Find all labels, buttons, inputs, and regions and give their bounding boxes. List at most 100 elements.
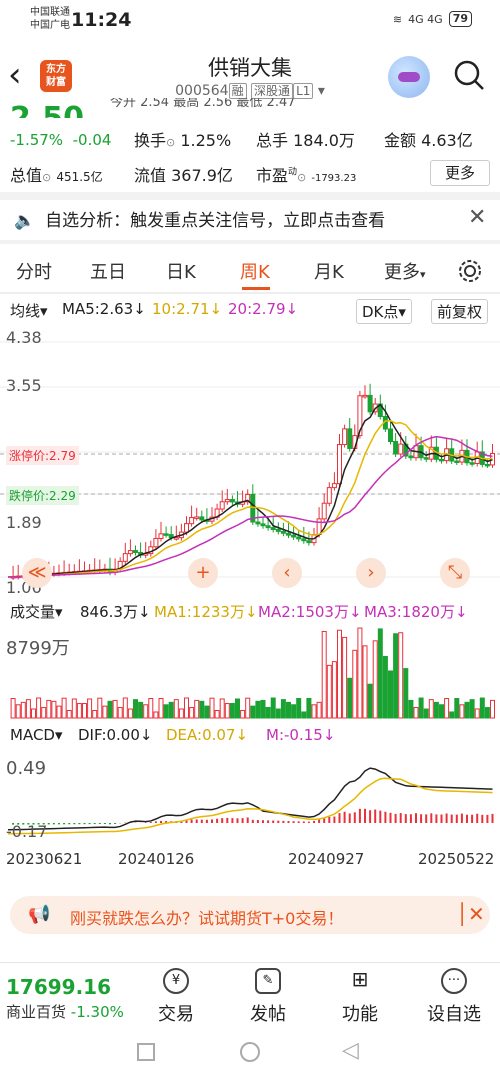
dif-line (7, 767, 493, 831)
status-icons: ≋ 4G 4G 79 (393, 11, 472, 27)
tab-daily[interactable]: 日K (166, 258, 196, 284)
close-icon[interactable]: │✕ (456, 902, 485, 926)
volume-bar (127, 708, 133, 719)
divider (0, 292, 500, 294)
tab-monthly[interactable]: 月K (314, 258, 344, 284)
adjust-button[interactable]: 前复权 (431, 299, 489, 324)
amount: 金额 4.63亿 (384, 131, 473, 150)
macd-y-label: -0.17 (6, 822, 48, 841)
volume-bar (82, 703, 87, 719)
volume-bar (408, 699, 414, 719)
ma-selector[interactable]: 均线▾ (10, 300, 48, 321)
tab-five-day[interactable]: 五日 (90, 258, 126, 284)
candle-body (469, 462, 475, 465)
candle-body (280, 530, 286, 534)
volume-value: 846.3万↓ (80, 603, 151, 621)
volume-selector[interactable]: 成交量▾ (10, 601, 63, 622)
volume-bar (158, 698, 164, 719)
volume-bar (260, 699, 266, 719)
candle-body (229, 499, 235, 503)
home-button[interactable] (240, 1042, 260, 1062)
scroll-right-icon[interactable]: › (356, 558, 386, 588)
candle-body (260, 523, 266, 527)
index-value[interactable]: 17699.16 (6, 975, 111, 999)
nav-trade[interactable]: ¥ 交易 (136, 968, 216, 1026)
nav-add-watch[interactable]: ··· 设自选 (414, 968, 494, 1026)
candle-body (301, 538, 307, 542)
nav-post[interactable]: ✎ 发帖 (228, 968, 308, 1026)
scroll-left-icon[interactable]: ‹ (272, 558, 302, 588)
volume-bar (469, 699, 475, 719)
tab-weekly[interactable]: 周K (240, 258, 270, 284)
volume-bar (229, 703, 235, 719)
ma10-value: 10:2.71↓ (152, 300, 223, 318)
volume-bar (245, 697, 251, 719)
candle-body (153, 537, 159, 548)
promo-banner[interactable]: 📢 刚买就跌怎么办？试试期货T+0交易！ │✕ (10, 896, 490, 934)
tab-indicator (242, 287, 270, 290)
volume-bar (61, 697, 67, 719)
volume-bar (342, 636, 348, 719)
more-button[interactable]: 更多 (430, 160, 490, 186)
nav-function[interactable]: ⊞ 功能 (320, 968, 400, 1026)
back-nav-button[interactable]: ◁ (342, 1038, 359, 1063)
analysis-notice[interactable]: 🔈 自选分析：触发重点关注信号，立即点击查看 (14, 206, 385, 231)
volume-bar (163, 704, 169, 719)
candle-body (219, 501, 225, 510)
volume-bar (112, 699, 118, 719)
volume-bar (270, 697, 276, 719)
index-name[interactable]: 商业百货 -1.30% (6, 1001, 124, 1022)
signal-icon: 4G 4G (408, 12, 443, 26)
volume-bar (209, 697, 215, 719)
volume-bar (199, 700, 205, 719)
volume-bar (148, 698, 154, 719)
candle-body (484, 463, 490, 467)
fullscreen-icon[interactable]: ⤡ (440, 558, 470, 588)
candle-body (189, 517, 195, 525)
volume-bar (388, 670, 393, 719)
y-axis-label: 1.89 (6, 513, 42, 532)
volume-bar (449, 711, 455, 719)
dea-line (7, 777, 493, 835)
candle-body (296, 536, 302, 540)
date-label: 20240927 (288, 850, 365, 868)
volume-bar (459, 704, 465, 719)
candle-body (184, 523, 189, 533)
current-price: 2.50 (10, 96, 84, 118)
volume-bar (76, 703, 82, 719)
dk-point-button[interactable]: DK点▾ (356, 299, 412, 324)
y-axis-label: 4.38 (6, 328, 42, 347)
zoom-out-icon[interactable]: ≪ (22, 558, 52, 588)
macd-chart[interactable] (0, 748, 500, 848)
volume-bar (71, 698, 77, 719)
volume-bar (484, 707, 490, 719)
ma20-value: 20:2.79↓ (228, 300, 299, 318)
volume-bar (194, 699, 200, 719)
volume-bar (250, 705, 256, 719)
macd-m: M:-0.15↓ (266, 726, 336, 744)
candle-body (127, 550, 133, 555)
tab-intraday[interactable]: 分时 (16, 258, 52, 284)
zoom-in-icon[interactable]: + (188, 558, 218, 588)
recents-button[interactable] (137, 1043, 155, 1061)
volume-bar (403, 668, 409, 719)
vol-ma1: MA1:1233万↓ (154, 603, 258, 621)
volume-chart[interactable] (0, 624, 500, 720)
candle-body (321, 502, 327, 520)
yen-icon: ¥ (163, 968, 189, 994)
volume-bar (362, 645, 368, 719)
volume-bar (25, 699, 31, 719)
more-dots-icon: ··· (441, 968, 467, 994)
divider (0, 240, 500, 244)
close-icon[interactable]: ✕ (468, 205, 486, 230)
tab-more[interactable]: 更多▾ (384, 258, 426, 284)
gear-icon[interactable] (457, 258, 483, 284)
macd-selector[interactable]: MACD▾ (10, 726, 63, 744)
robot-avatar[interactable] (388, 56, 430, 98)
volume-bar (316, 701, 322, 719)
volume-bar (490, 699, 495, 719)
search-icon[interactable] (452, 58, 486, 92)
volume-bar (46, 699, 52, 719)
volume-bar (102, 705, 108, 719)
date-axis: 20230621 20240126 20240927 20250522 (0, 850, 500, 870)
